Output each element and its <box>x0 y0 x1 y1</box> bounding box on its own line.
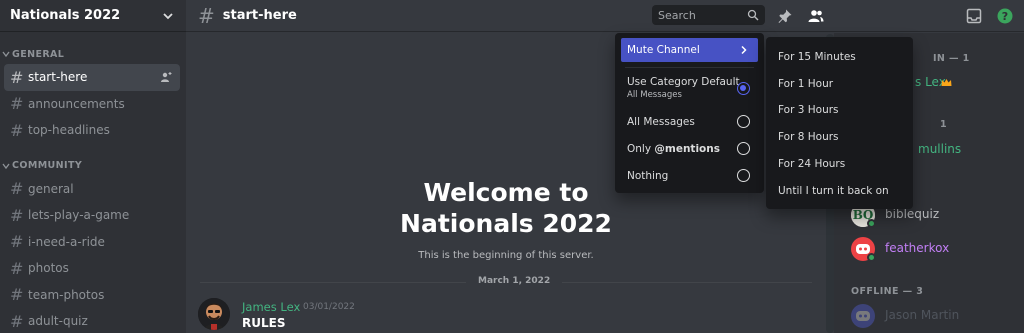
hash-icon: # <box>10 311 24 331</box>
crown-icon <box>941 79 952 86</box>
avatar-image <box>198 298 230 330</box>
channel-adult-quiz[interactable]: # adult-quiz <box>4 308 180 333</box>
channel-label: i-need-a-ride <box>28 234 105 249</box>
mute-3-hours[interactable]: For 3 Hours <box>778 104 839 116</box>
option-all-messages[interactable]: All Messages <box>621 115 758 128</box>
hash-icon: # <box>10 205 24 225</box>
message-content: RULES <box>242 316 286 330</box>
channel-photos[interactable]: # photos <box>4 255 180 282</box>
radio-selected[interactable] <box>737 82 750 95</box>
date-divider-label: March 1, 2022 <box>466 276 563 286</box>
online-status-dot <box>867 253 876 262</box>
channel-sidebar: Nationals 2022 GENERAL # start-here # an… <box>0 0 186 333</box>
channel-top-headlines[interactable]: # top-headlines <box>4 117 180 144</box>
hash-icon: # <box>10 94 24 114</box>
search-placeholder: Search <box>658 8 696 22</box>
pin-icon[interactable] <box>777 8 793 24</box>
menu-divider <box>625 67 754 68</box>
notification-settings-menu: Mute Channel Use Category Default All Me… <box>615 33 764 193</box>
chevron-right-icon <box>741 45 747 55</box>
menu-item-label: All Messages <box>627 116 695 128</box>
search-icon <box>747 9 759 21</box>
channel-label: team-photos <box>28 287 105 302</box>
menu-item-label: Use Category Default <box>627 76 740 88</box>
caret-down-icon <box>2 163 10 169</box>
channel-label: start-here <box>28 70 88 85</box>
mute-15-minutes[interactable]: For 15 Minutes <box>778 51 856 63</box>
mute-until-turned-back-on[interactable]: Until I turn it back on <box>778 185 889 197</box>
channel-i-need-a-ride[interactable]: # i-need-a-ride <box>4 229 180 256</box>
hash-icon: # <box>10 285 24 305</box>
member-name-offline[interactable]: Jason Martin <box>885 308 959 322</box>
hash-icon: # <box>10 232 24 252</box>
mute-1-hour[interactable]: For 1 Hour <box>778 78 833 90</box>
hash-icon: # <box>10 120 24 140</box>
member-list-icon[interactable] <box>808 8 824 24</box>
svg-text:?: ? <box>1002 10 1008 23</box>
channel-label: top-headlines <box>28 123 110 138</box>
mute-8-hours[interactable]: For 8 Hours <box>778 131 839 143</box>
category-label: GENERAL <box>12 48 65 60</box>
hash-icon: # <box>10 258 24 278</box>
channel-announcements[interactable]: # announcements <box>4 91 180 118</box>
message-timestamp: 03/01/2022 <box>303 302 355 312</box>
hash-icon: # <box>198 3 215 28</box>
channel-start-here[interactable]: # start-here <box>4 64 180 91</box>
channel-title: start-here <box>222 8 297 23</box>
member-name-text: biblequiz <box>885 207 940 221</box>
chevron-down-icon <box>163 12 173 19</box>
category-general[interactable]: GENERAL <box>0 44 186 64</box>
radio-unselected[interactable] <box>737 115 750 128</box>
avatar[interactable] <box>851 237 876 262</box>
server-header[interactable]: Nationals 2022 <box>0 0 186 32</box>
help-icon[interactable]: ? <box>997 8 1013 24</box>
channel-header: # start-here <box>186 0 1024 32</box>
message-author[interactable]: James Lex <box>242 300 300 314</box>
category-label: COMMUNITY <box>12 160 83 171</box>
caret-down-icon <box>2 51 10 58</box>
channel-team-photos[interactable]: # team-photos <box>4 282 180 309</box>
channel-lets-play-a-game[interactable]: # lets-play-a-game <box>4 202 180 229</box>
mute-24-hours[interactable]: For 24 Hours <box>778 158 845 170</box>
welcome-heading-line2: Nationals 2022 <box>400 209 612 238</box>
mute-duration-submenu: For 15 Minutes For 1 Hour For 3 Hours Fo… <box>766 37 913 209</box>
welcome-subtitle: This is the beginning of this server. <box>418 250 594 261</box>
channel-label: lets-play-a-game <box>28 208 130 223</box>
member-section-offline: OFFLINE — 3 <box>851 286 924 297</box>
mute-channel-item[interactable]: Mute Channel <box>621 38 758 62</box>
category-community[interactable]: COMMUNITY <box>0 156 186 176</box>
discord-logo-icon <box>856 311 870 321</box>
member-section-count: 1 <box>940 119 948 130</box>
hash-icon: # <box>10 67 24 87</box>
menu-item-label: Nothing <box>627 170 669 182</box>
channel-general[interactable]: # general <box>4 176 180 203</box>
channel-label: announcements <box>28 96 125 111</box>
member-name[interactable]: biblequiz <box>885 207 939 221</box>
option-nothing[interactable]: Nothing <box>621 169 758 182</box>
avatar[interactable] <box>198 298 230 330</box>
menu-item-label: Only @mentions <box>627 143 720 155</box>
server-name: Nationals 2022 <box>10 8 121 23</box>
member-name[interactable]: featherkox <box>885 241 949 255</box>
online-status-dot <box>867 219 876 228</box>
hash-icon: # <box>10 179 24 199</box>
option-only-mentions[interactable]: Only @mentions <box>621 142 758 155</box>
channel-label: adult-quiz <box>28 314 88 329</box>
mentions-emphasis: @mentions <box>654 143 720 155</box>
add-member-icon[interactable] <box>160 71 172 83</box>
option-use-category-default[interactable]: Use Category Default All Messages <box>621 76 758 100</box>
channel-label: general <box>28 181 74 196</box>
member-name-partial[interactable]: mullins <box>918 142 961 156</box>
channel-label: photos <box>28 261 69 276</box>
menu-item-label: Mute Channel <box>627 44 700 56</box>
avatar[interactable] <box>851 304 875 328</box>
radio-unselected[interactable] <box>737 142 750 155</box>
member-section-online: IN — 1 <box>933 53 970 64</box>
radio-unselected[interactable] <box>737 169 750 182</box>
inbox-icon[interactable] <box>966 8 982 24</box>
search-input[interactable]: Search <box>652 5 765 25</box>
member-name-text: featherkox <box>885 241 950 255</box>
